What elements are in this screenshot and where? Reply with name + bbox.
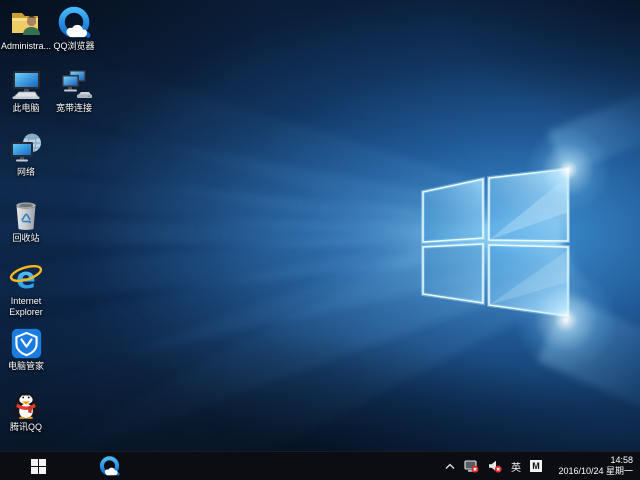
icon-label: 网络 <box>17 167 35 178</box>
icon-label: 宽带连接 <box>56 103 92 114</box>
recycle-bin-icon <box>9 196 43 232</box>
clock-date: 2016/10/24 星期一 <box>558 466 633 477</box>
this-pc-icon <box>8 66 44 102</box>
qq-browser-icon <box>57 4 91 40</box>
icon-label: 电脑管家 <box>8 361 44 372</box>
desktop-icon-broadband[interactable]: 宽带连接 <box>48 66 100 114</box>
desktop-icon-this-pc[interactable]: 此电脑 <box>0 66 52 114</box>
icon-label: 腾讯QQ <box>10 422 42 433</box>
desktop-icon-network[interactable]: 网络 <box>0 130 52 178</box>
clock-time: 14:58 <box>610 455 633 466</box>
tray-expand-button[interactable] <box>445 463 455 470</box>
windows-logo-icon <box>31 459 46 474</box>
taskbar-qq-browser-button[interactable] <box>94 452 124 480</box>
desktop-icon-internet-explorer[interactable]: e Internet Explorer <box>0 259 52 317</box>
windows-desktop: Administra... QQ浏览器 <box>0 0 640 480</box>
broadband-icon <box>56 66 92 102</box>
system-tray: 英 M 14:58 2016/10/24 星期一 <box>445 452 640 480</box>
taskbar: 英 M 14:58 2016/10/24 星期一 <box>0 451 640 480</box>
desktop-icon-qq-browser[interactable]: QQ浏览器 <box>48 4 100 52</box>
icon-label: 回收站 <box>12 233 39 244</box>
icon-label: 此电脑 <box>12 103 39 114</box>
desktop-icon-pc-manager[interactable]: 电脑管家 <box>0 324 52 372</box>
icon-label: Administra... <box>1 41 51 52</box>
ime-indicator[interactable]: M <box>530 460 542 472</box>
desktop-icon-administrator[interactable]: Administra... <box>0 4 52 52</box>
chevron-up-icon <box>445 463 455 470</box>
icon-label: QQ浏览器 <box>53 41 94 52</box>
user-folder-icon <box>9 4 43 40</box>
network-status-icon[interactable] <box>464 460 479 473</box>
volume-muted-icon[interactable] <box>488 460 502 473</box>
qq-browser-icon <box>99 456 120 477</box>
tencent-qq-icon <box>9 385 43 421</box>
desktop-icon-tencent-qq[interactable]: 腾讯QQ <box>0 385 52 433</box>
start-button[interactable] <box>23 452 53 480</box>
pc-manager-icon <box>10 324 43 360</box>
icon-label: Internet Explorer <box>0 296 52 317</box>
network-icon <box>8 130 44 166</box>
desktop-icon-recycle-bin[interactable]: 回收站 <box>0 196 52 244</box>
internet-explorer-icon: e <box>8 259 44 295</box>
language-indicator[interactable]: 英 <box>511 459 521 474</box>
taskbar-clock[interactable]: 14:58 2016/10/24 星期一 <box>551 455 635 477</box>
